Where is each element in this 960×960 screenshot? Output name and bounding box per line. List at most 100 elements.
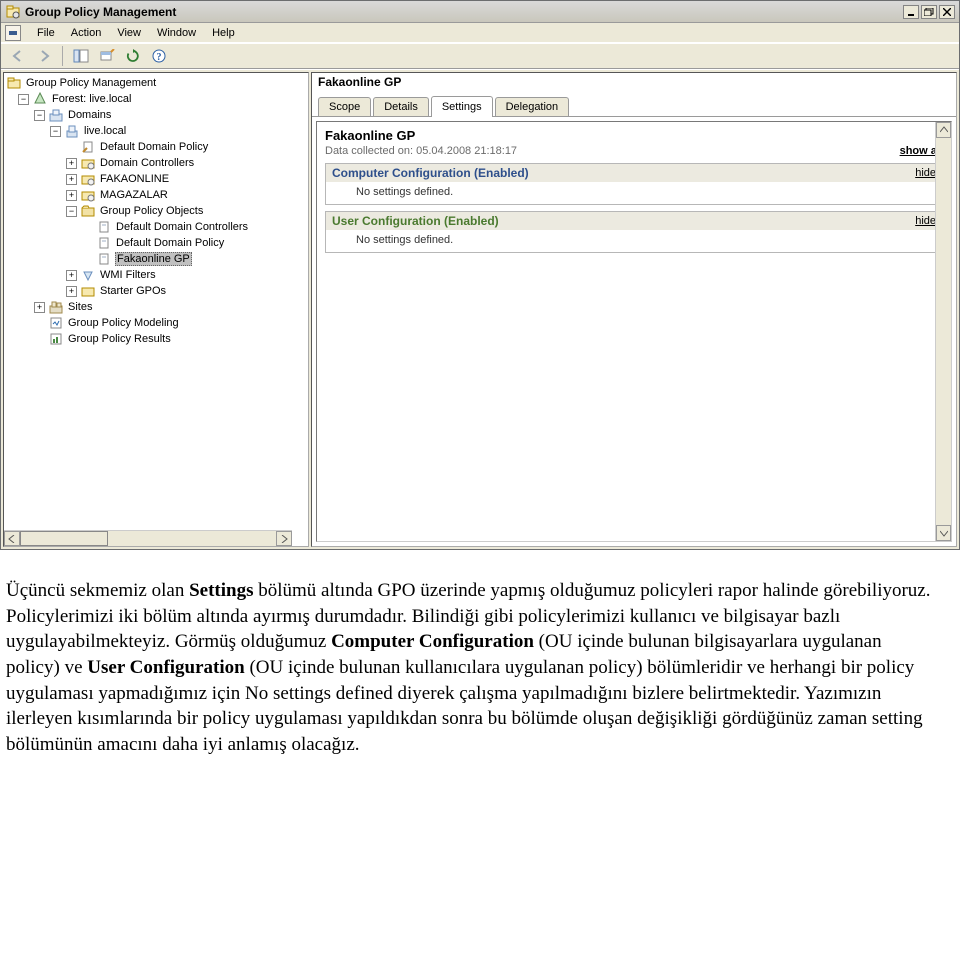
report-vertical-scrollbar[interactable] [935, 122, 951, 541]
tree-gpo-default-dc[interactable]: Default Domain Controllers [6, 219, 308, 235]
tree-sites[interactable]: + Sites [6, 299, 308, 315]
tree-gpo-fakaonline[interactable]: Fakaonline GP [6, 251, 308, 267]
tree-gpo-default-domain[interactable]: Default Domain Policy [6, 235, 308, 251]
toolbar: ? [1, 43, 959, 69]
tab-scope[interactable]: Scope [318, 97, 371, 116]
expand-icon[interactable]: + [66, 270, 77, 281]
report-frame: Fakaonline GP Data collected on: 05.04.2… [316, 121, 952, 542]
titlebar: Group Policy Management [1, 1, 959, 23]
expand-icon[interactable]: + [34, 302, 45, 313]
menu-view[interactable]: View [109, 25, 149, 41]
gpo-link-icon [80, 140, 96, 154]
ou-icon [80, 156, 96, 170]
detail-panel: Fakaonline GP Scope Details Settings Del… [311, 72, 957, 547]
gpo-icon [96, 236, 112, 250]
article-paragraph: Üçüncü sekmemiz olan Settings bölümü alt… [6, 578, 936, 757]
tree-panel: Group Policy Management − Forest: live.l… [3, 72, 309, 547]
refresh-button[interactable] [122, 45, 144, 67]
workarea: Group Policy Management − Forest: live.l… [1, 69, 959, 549]
menu-help[interactable]: Help [204, 25, 243, 41]
svg-text:?: ? [157, 52, 162, 63]
folder-open-icon [80, 204, 96, 218]
forward-button[interactable] [33, 45, 55, 67]
tree-results[interactable]: Group Policy Results [6, 331, 308, 347]
section-body-computer: No settings defined. [326, 182, 942, 204]
menubar: File Action View Window Help [1, 23, 959, 43]
help-button[interactable]: ? [148, 45, 170, 67]
hide-link-user[interactable]: hide [915, 215, 936, 227]
tree-modeling[interactable]: Group Policy Modeling [6, 315, 308, 331]
context-icon[interactable] [96, 45, 118, 67]
app-window: Group Policy Management File Action View… [0, 0, 960, 550]
wmi-icon [80, 268, 96, 282]
domains-icon [48, 108, 64, 122]
forest-icon [32, 92, 48, 106]
section-header-computer[interactable]: Computer Configuration (Enabled) hide [326, 164, 942, 182]
expand-icon[interactable]: + [66, 286, 77, 297]
scroll-down-icon[interactable] [936, 525, 951, 541]
tabbar: Scope Details Settings Delegation [312, 91, 956, 117]
scroll-up-icon[interactable] [936, 122, 951, 138]
tree-wmi[interactable]: + WMI Filters [6, 267, 308, 283]
report-subtitle: Data collected on: 05.04.2008 21:18:17 s… [325, 145, 943, 157]
collapse-icon[interactable]: − [18, 94, 29, 105]
expand-icon[interactable]: + [66, 158, 77, 169]
collapse-icon[interactable]: − [66, 206, 77, 217]
ou-icon [80, 188, 96, 202]
section-title-user: User Configuration (Enabled) [332, 214, 499, 228]
menu-window[interactable]: Window [149, 25, 204, 41]
minimize-button[interactable] [903, 5, 919, 19]
scroll-track[interactable] [936, 138, 951, 525]
window-buttons [903, 5, 955, 19]
tree-domains[interactable]: − Domains [6, 107, 308, 123]
section-computer-config: Computer Configuration (Enabled) hide No… [325, 163, 943, 205]
expand-icon[interactable]: + [66, 174, 77, 185]
sites-icon [48, 300, 64, 314]
section-header-user[interactable]: User Configuration (Enabled) hide [326, 212, 942, 230]
menu-file[interactable]: File [29, 25, 63, 41]
toolbar-separator [62, 46, 63, 66]
modeling-icon [48, 316, 64, 330]
tree-magazalar-ou[interactable]: + MAGAZALAR [6, 187, 308, 203]
tree-gpo-container[interactable]: − Group Policy Objects [6, 203, 308, 219]
tree-forest[interactable]: − Forest: live.local [6, 91, 308, 107]
tree-default-domain-policy[interactable]: Default Domain Policy [6, 139, 308, 155]
tree-domain-controllers[interactable]: + Domain Controllers [6, 155, 308, 171]
window-title: Group Policy Management [25, 5, 903, 19]
tree-horizontal-scrollbar[interactable] [4, 530, 292, 546]
collapse-icon[interactable]: − [34, 110, 45, 121]
domain-icon [64, 124, 80, 138]
tree-starter[interactable]: + Starter GPOs [6, 283, 308, 299]
mmc-sys-icon[interactable] [5, 25, 21, 41]
close-button[interactable] [939, 5, 955, 19]
tab-settings[interactable]: Settings [431, 96, 493, 117]
gpo-icon [96, 220, 112, 234]
scroll-left-icon[interactable] [4, 531, 20, 546]
detail-header: Fakaonline GP [312, 73, 956, 91]
scroll-thumb[interactable] [20, 531, 108, 546]
hide-link-computer[interactable]: hide [915, 167, 936, 179]
section-user-config: User Configuration (Enabled) hide No set… [325, 211, 943, 253]
console-tree[interactable]: Group Policy Management − Forest: live.l… [4, 73, 308, 349]
ou-icon [80, 172, 96, 186]
results-icon [48, 332, 64, 346]
gpo-icon [96, 252, 112, 266]
tree-fakaonline-ou[interactable]: + FAKAONLINE [6, 171, 308, 187]
tab-delegation[interactable]: Delegation [495, 97, 570, 116]
tree-domain[interactable]: − live.local [6, 123, 308, 139]
tab-details[interactable]: Details [373, 97, 429, 116]
tab-content-settings: Fakaonline GP Data collected on: 05.04.2… [312, 117, 956, 546]
expand-icon[interactable]: + [66, 190, 77, 201]
folder-icon [80, 284, 96, 298]
report-collected-label: Data collected on: [325, 145, 413, 157]
menu-action[interactable]: Action [63, 25, 110, 41]
show-hide-tree-button[interactable] [70, 45, 92, 67]
section-title-computer: Computer Configuration (Enabled) [332, 166, 529, 180]
gpmc-icon [6, 76, 22, 90]
back-button[interactable] [7, 45, 29, 67]
scroll-right-icon[interactable] [276, 531, 292, 546]
restore-button[interactable] [921, 5, 937, 19]
report-collected-value: 05.04.2008 21:18:17 [416, 145, 517, 157]
tree-root[interactable]: Group Policy Management [6, 75, 308, 91]
collapse-icon[interactable]: − [50, 126, 61, 137]
